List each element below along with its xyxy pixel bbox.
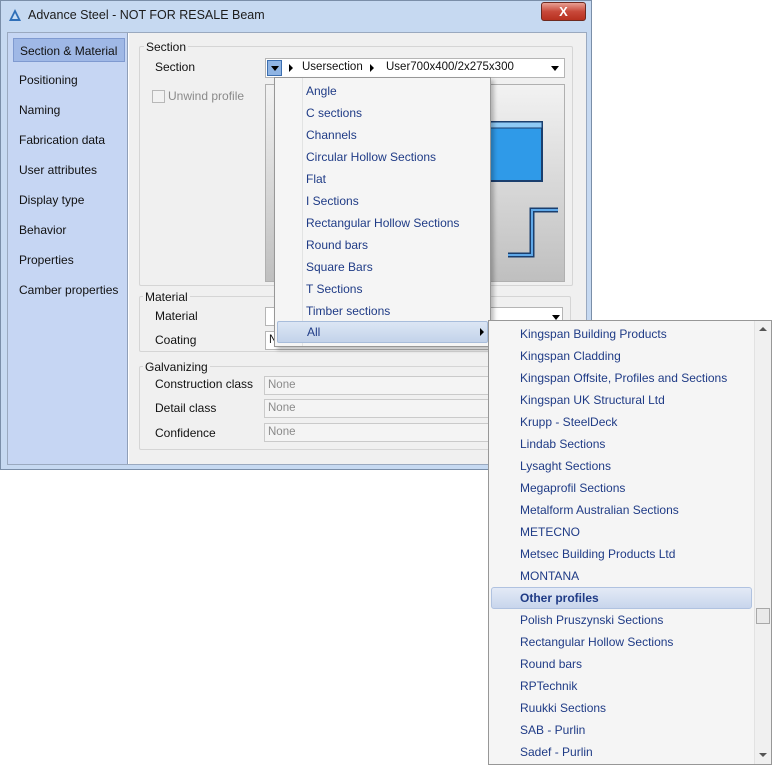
unwind-profile-label: Unwind profile (168, 89, 245, 103)
nav-item-fabrication-data[interactable]: Fabrication data (13, 128, 125, 152)
chevron-down-icon (271, 66, 279, 71)
submenu-item[interactable]: Kingspan Cladding (520, 345, 621, 367)
menu-item-all-label: All (307, 325, 321, 339)
submenu-scrollbar[interactable] (754, 321, 771, 764)
coating-label: Coating (155, 333, 197, 347)
section-label: Section (155, 60, 196, 74)
submenu-item[interactable]: Krupp - SteelDeck (520, 411, 617, 433)
breadcrumb-arrow-icon (370, 64, 374, 72)
detail-class-label: Detail class (155, 401, 217, 415)
submenu-item[interactable]: Lysaght Sections (520, 455, 611, 477)
submenu-item[interactable]: Lindab Sections (520, 433, 605, 455)
nav-item-display-type[interactable]: Display type (13, 188, 125, 212)
menu-gutter (302, 78, 303, 346)
submenu-item[interactable]: Kingspan Offsite, Profiles and Sections (520, 367, 727, 389)
submenu-item[interactable]: SAB - Purlin (520, 719, 585, 741)
submenu-item[interactable]: Polish Pruszynski Sections (520, 609, 663, 631)
nav-item-naming[interactable]: Naming (13, 98, 125, 122)
menu-item-angle[interactable]: Angle (306, 80, 337, 102)
chevron-down-icon[interactable] (551, 66, 559, 71)
section-group-label: Section (144, 40, 189, 54)
section-path-field[interactable]: Usersection User700x400/2x275x300 (265, 58, 565, 78)
breadcrumb-arrow-icon (289, 64, 293, 72)
submenu-item[interactable]: Metalform Australian Sections (520, 499, 679, 521)
material-label: Material (155, 309, 198, 323)
close-button[interactable]: X (541, 2, 586, 21)
nav-item-properties[interactable]: Properties (13, 248, 125, 272)
window-title: Advance Steel - NOT FOR RESALE Beam (28, 8, 265, 22)
nav-item-section-material[interactable]: Section & Material (13, 38, 125, 62)
menu-item-i-sections[interactable]: I Sections (306, 190, 359, 212)
confidence-label: Confidence (155, 426, 216, 440)
scroll-thumb[interactable] (756, 608, 770, 624)
submenu-item[interactable]: RPTechnik (520, 675, 577, 697)
advance-steel-icon (9, 9, 21, 21)
submenu-item[interactable]: Kingspan UK Structural Ltd (520, 389, 665, 411)
menu-item-all[interactable]: All (277, 321, 488, 343)
menu-item-rectangular-hollow[interactable]: Rectangular Hollow Sections (306, 212, 459, 234)
menu-item-t-sections[interactable]: T Sections (306, 278, 362, 300)
section-path-1[interactable]: Usersection (302, 59, 363, 76)
manufacturer-submenu: Kingspan Building Products Kingspan Clad… (488, 320, 772, 765)
nav-item-user-attributes[interactable]: User attributes (13, 158, 125, 182)
submenu-item[interactable]: Kingspan Building Products (520, 323, 667, 345)
scroll-down-icon[interactable] (759, 753, 767, 757)
menu-item-channels[interactable]: Channels (306, 124, 357, 146)
sidebar-nav: Section & Material Positioning Naming Fa… (8, 33, 128, 464)
submenu-item[interactable]: Round bars (520, 653, 582, 675)
submenu-item-other-profiles[interactable]: Other profiles (520, 587, 599, 609)
menu-item-square-bars[interactable]: Square Bars (306, 256, 373, 278)
submenu-item[interactable]: Sadef - Purlin (520, 741, 593, 763)
menu-item-flat[interactable]: Flat (306, 168, 326, 190)
menu-item-round-bars[interactable]: Round bars (306, 234, 368, 256)
submenu-item[interactable]: METECNO (520, 521, 580, 543)
submenu-arrow-icon (480, 328, 484, 336)
menu-item-circular-hollow[interactable]: Circular Hollow Sections (306, 146, 436, 168)
submenu-item[interactable]: Rectangular Hollow Sections (520, 631, 673, 653)
scroll-up-icon[interactable] (759, 327, 767, 331)
nav-item-behavior[interactable]: Behavior (13, 218, 125, 242)
section-dropdown-button[interactable] (267, 60, 282, 76)
construction-class-label: Construction class (155, 377, 254, 391)
section-path-2[interactable]: User700x400/2x275x300 (386, 59, 514, 76)
title-bar[interactable]: Advance Steel - NOT FOR RESALE Beam X (1, 1, 591, 31)
nav-item-camber-properties[interactable]: Camber properties (13, 278, 125, 302)
nav-item-positioning[interactable]: Positioning (13, 68, 125, 92)
menu-item-c-sections[interactable]: C sections (306, 102, 362, 124)
section-type-menu: Angle C sections Channels Circular Hollo… (274, 77, 491, 347)
submenu-item[interactable]: Metsec Building Products Ltd (520, 543, 675, 565)
galvanizing-group-label: Galvanizing (143, 360, 210, 374)
submenu-item[interactable]: Megaprofil Sections (520, 477, 625, 499)
material-group-label: Material (143, 290, 190, 304)
unwind-profile-checkbox[interactable] (152, 90, 165, 103)
menu-item-timber-sections[interactable]: Timber sections (306, 300, 390, 322)
submenu-item[interactable]: Ruukki Sections (520, 697, 606, 719)
submenu-item[interactable]: MONTANA (520, 565, 579, 587)
